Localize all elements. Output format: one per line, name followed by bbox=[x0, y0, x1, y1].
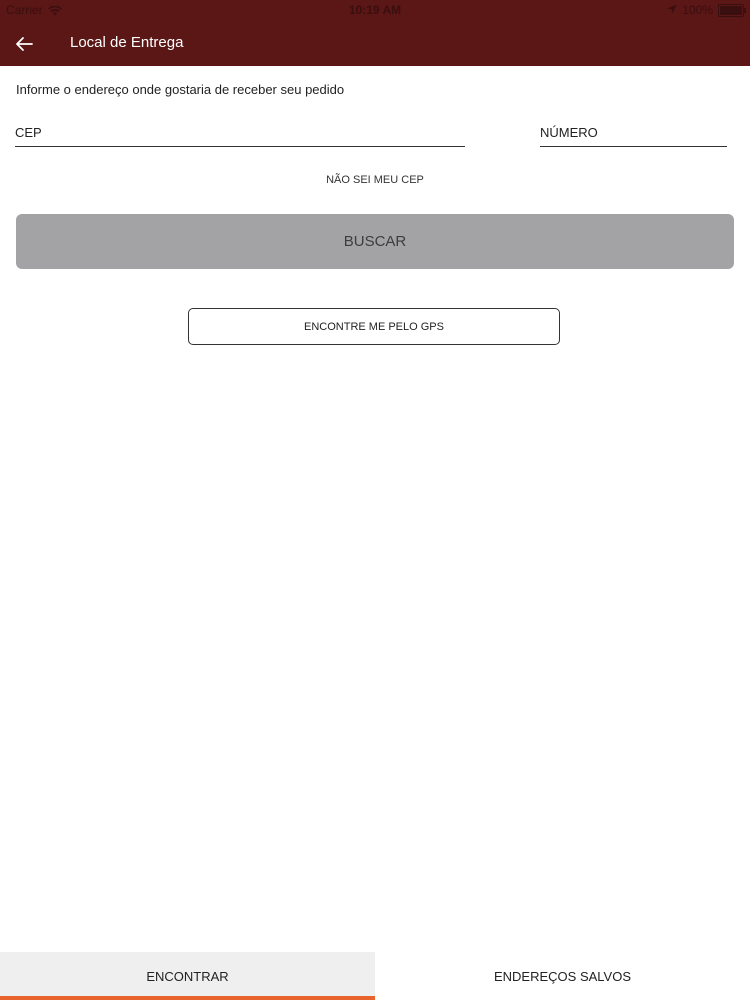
cep-field bbox=[15, 118, 465, 147]
tab-enderecos-salvos-label: ENDEREÇOS SALVOS bbox=[493, 968, 632, 984]
search-button-label: BUSCAR bbox=[343, 233, 407, 250]
status-time: 10:19 AM bbox=[348, 3, 402, 17]
status-bar: Carrier 10:19 AM 100% bbox=[0, 0, 750, 22]
screen: Carrier 10:19 AM 100% Local de Entrega I… bbox=[0, 0, 750, 1000]
gps-button[interactable]: ENCONTRE ME PELO GPS bbox=[188, 308, 560, 345]
app-header: Local de Entrega bbox=[0, 22, 750, 66]
active-tab-indicator bbox=[0, 996, 375, 1000]
battery-percent: 100% bbox=[682, 3, 713, 17]
unknown-cep-link[interactable]: NÃO SEI MEU CEP bbox=[0, 174, 750, 186]
arrow-left-icon bbox=[16, 37, 33, 51]
bottom-tab-bar: ENCONTRAR ENDEREÇOS SALVOS bbox=[0, 952, 750, 1000]
tab-enderecos-salvos[interactable]: ENDEREÇOS SALVOS bbox=[375, 952, 750, 1000]
status-right-group: 100% bbox=[667, 3, 746, 17]
numero-field bbox=[540, 118, 727, 147]
location-arrow-icon bbox=[667, 3, 677, 17]
tab-encontrar-label: ENCONTRAR bbox=[146, 968, 229, 984]
search-button[interactable]: BUSCAR bbox=[16, 214, 734, 269]
page-title: Local de Entrega bbox=[70, 34, 184, 51]
gps-button-label: ENCONTRE ME PELO GPS bbox=[304, 320, 444, 333]
numero-input[interactable] bbox=[540, 118, 727, 146]
tab-encontrar[interactable]: ENCONTRAR bbox=[0, 952, 375, 1000]
cep-input[interactable] bbox=[15, 118, 465, 146]
instruction-text: Informe o endereço onde gostaria de rece… bbox=[16, 82, 345, 97]
battery-icon bbox=[718, 3, 746, 17]
back-button[interactable] bbox=[12, 32, 36, 56]
